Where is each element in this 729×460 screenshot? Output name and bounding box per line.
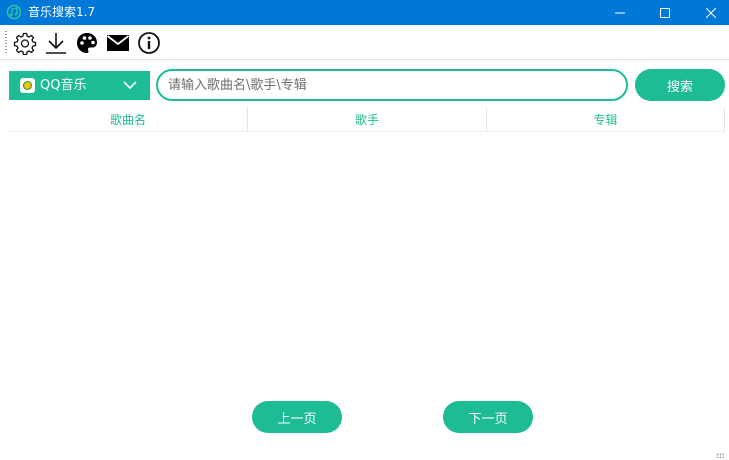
app-icon [6, 4, 22, 20]
download-button[interactable] [43, 30, 69, 56]
minimize-button[interactable] [597, 0, 643, 25]
mail-icon [106, 35, 130, 51]
column-header-album[interactable]: 专辑 [487, 108, 724, 132]
theme-button[interactable] [74, 30, 100, 56]
toolbar [0, 26, 729, 60]
qq-music-icon [20, 78, 35, 93]
search-input[interactable] [156, 69, 628, 101]
close-icon [706, 7, 716, 18]
music-source-label: QQ音乐 [40, 78, 87, 93]
title-bar: 音乐搜索1.7 [0, 0, 729, 25]
minimize-icon [615, 12, 625, 13]
settings-button[interactable] [12, 30, 38, 56]
feedback-button[interactable] [105, 30, 131, 56]
search-button[interactable]: 搜索 [635, 69, 725, 101]
about-button[interactable] [136, 30, 162, 56]
prev-page-button[interactable]: 上一页 [252, 401, 342, 433]
toolbar-grip[interactable] [5, 31, 7, 55]
column-header-artist[interactable]: 歌手 [248, 108, 486, 132]
close-button[interactable] [688, 0, 729, 25]
gear-icon [13, 32, 37, 55]
results-table-header: 歌曲名 歌手 专辑 [9, 108, 725, 132]
info-icon [138, 32, 160, 54]
palette-icon [77, 33, 97, 53]
next-page-button[interactable]: 下一页 [443, 401, 533, 433]
window-title: 音乐搜索1.7 [28, 5, 96, 19]
column-divider[interactable] [724, 108, 725, 132]
results-table-body [9, 133, 725, 388]
column-header-song[interactable]: 歌曲名 [9, 108, 247, 132]
chevron-down-icon [123, 81, 137, 90]
music-source-select[interactable]: QQ音乐 [9, 71, 150, 100]
maximize-icon [660, 7, 670, 18]
resize-grip[interactable] [716, 453, 724, 458]
download-icon [46, 33, 66, 54]
maximize-button[interactable] [642, 0, 688, 25]
